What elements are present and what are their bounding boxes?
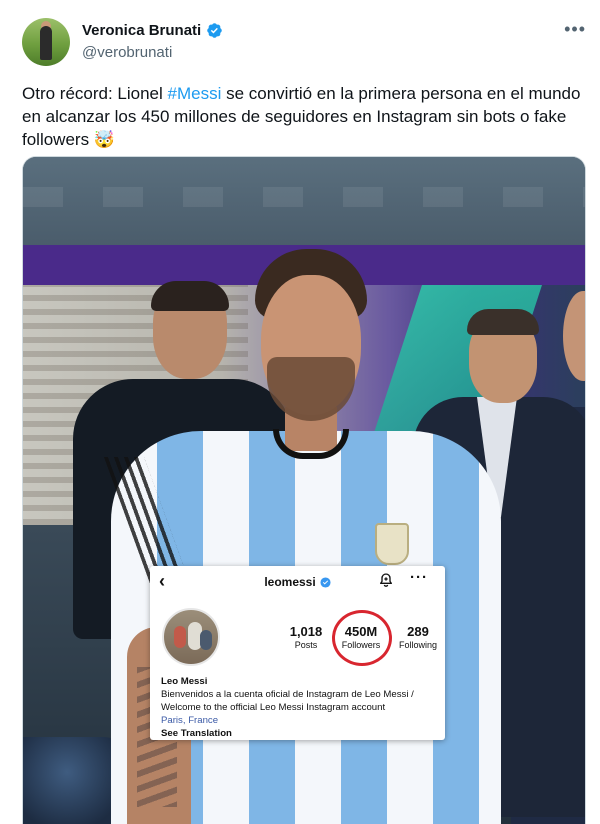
notification-bell-icon xyxy=(380,573,392,587)
bio-line-2: Welcome to the official Leo Messi Instag… xyxy=(161,702,386,713)
posts-stat: 1,018 Posts xyxy=(276,624,336,651)
instagram-verified-icon xyxy=(320,576,331,588)
posts-count: 1,018 xyxy=(289,624,323,639)
verified-badge-icon xyxy=(207,23,222,38)
hashtag-link[interactable]: #Messi xyxy=(168,84,222,103)
bio-location: Paris, France xyxy=(161,715,219,726)
see-translation-link: See Translation xyxy=(161,728,232,739)
author-handle[interactable]: @verobrunati xyxy=(82,44,172,61)
instagram-profile-picture xyxy=(162,608,220,666)
following-stat: 289 Following xyxy=(388,624,448,651)
tweet-header: Veronica Brunati @verobrunati ••• xyxy=(22,18,590,70)
tweet: Veronica Brunati @verobrunati ••• Otro r… xyxy=(0,0,600,824)
bio-name: Leo Messi xyxy=(161,676,208,687)
instagram-bio: Leo Messi Bienvenidos a la cuenta oficia… xyxy=(161,675,441,740)
jersey-crest-icon xyxy=(375,523,409,565)
stadium-ceiling xyxy=(23,157,585,247)
following-label: Following xyxy=(398,640,438,650)
posts-label: Posts xyxy=(294,640,318,650)
tweet-text: Otro récord: Lionel #Messi se convirtió … xyxy=(22,82,582,151)
tweet-media-image[interactable]: ‹ leomessi ··· 1,018 Posts 450M Follower… xyxy=(22,156,586,824)
author-avatar[interactable] xyxy=(22,18,70,66)
more-options-icon[interactable]: ••• xyxy=(564,20,586,38)
avatar-figure xyxy=(40,26,52,60)
author-name[interactable]: Veronica Brunati xyxy=(82,22,201,39)
instagram-profile-card: ‹ leomessi ··· 1,018 Posts 450M Follower… xyxy=(150,566,445,740)
author-name-row: Veronica Brunati xyxy=(82,22,223,39)
more-menu-icon: ··· xyxy=(410,569,428,586)
followers-highlight-circle xyxy=(332,610,392,666)
tweet-text-before: Otro récord: Lionel xyxy=(22,84,168,103)
instagram-username: leomessi xyxy=(264,575,316,589)
bio-line-1: Bienvenidos a la cuenta oficial de Insta… xyxy=(161,689,414,700)
instagram-top-bar: ‹ leomessi ··· xyxy=(150,566,445,596)
following-count: 289 xyxy=(407,624,429,639)
